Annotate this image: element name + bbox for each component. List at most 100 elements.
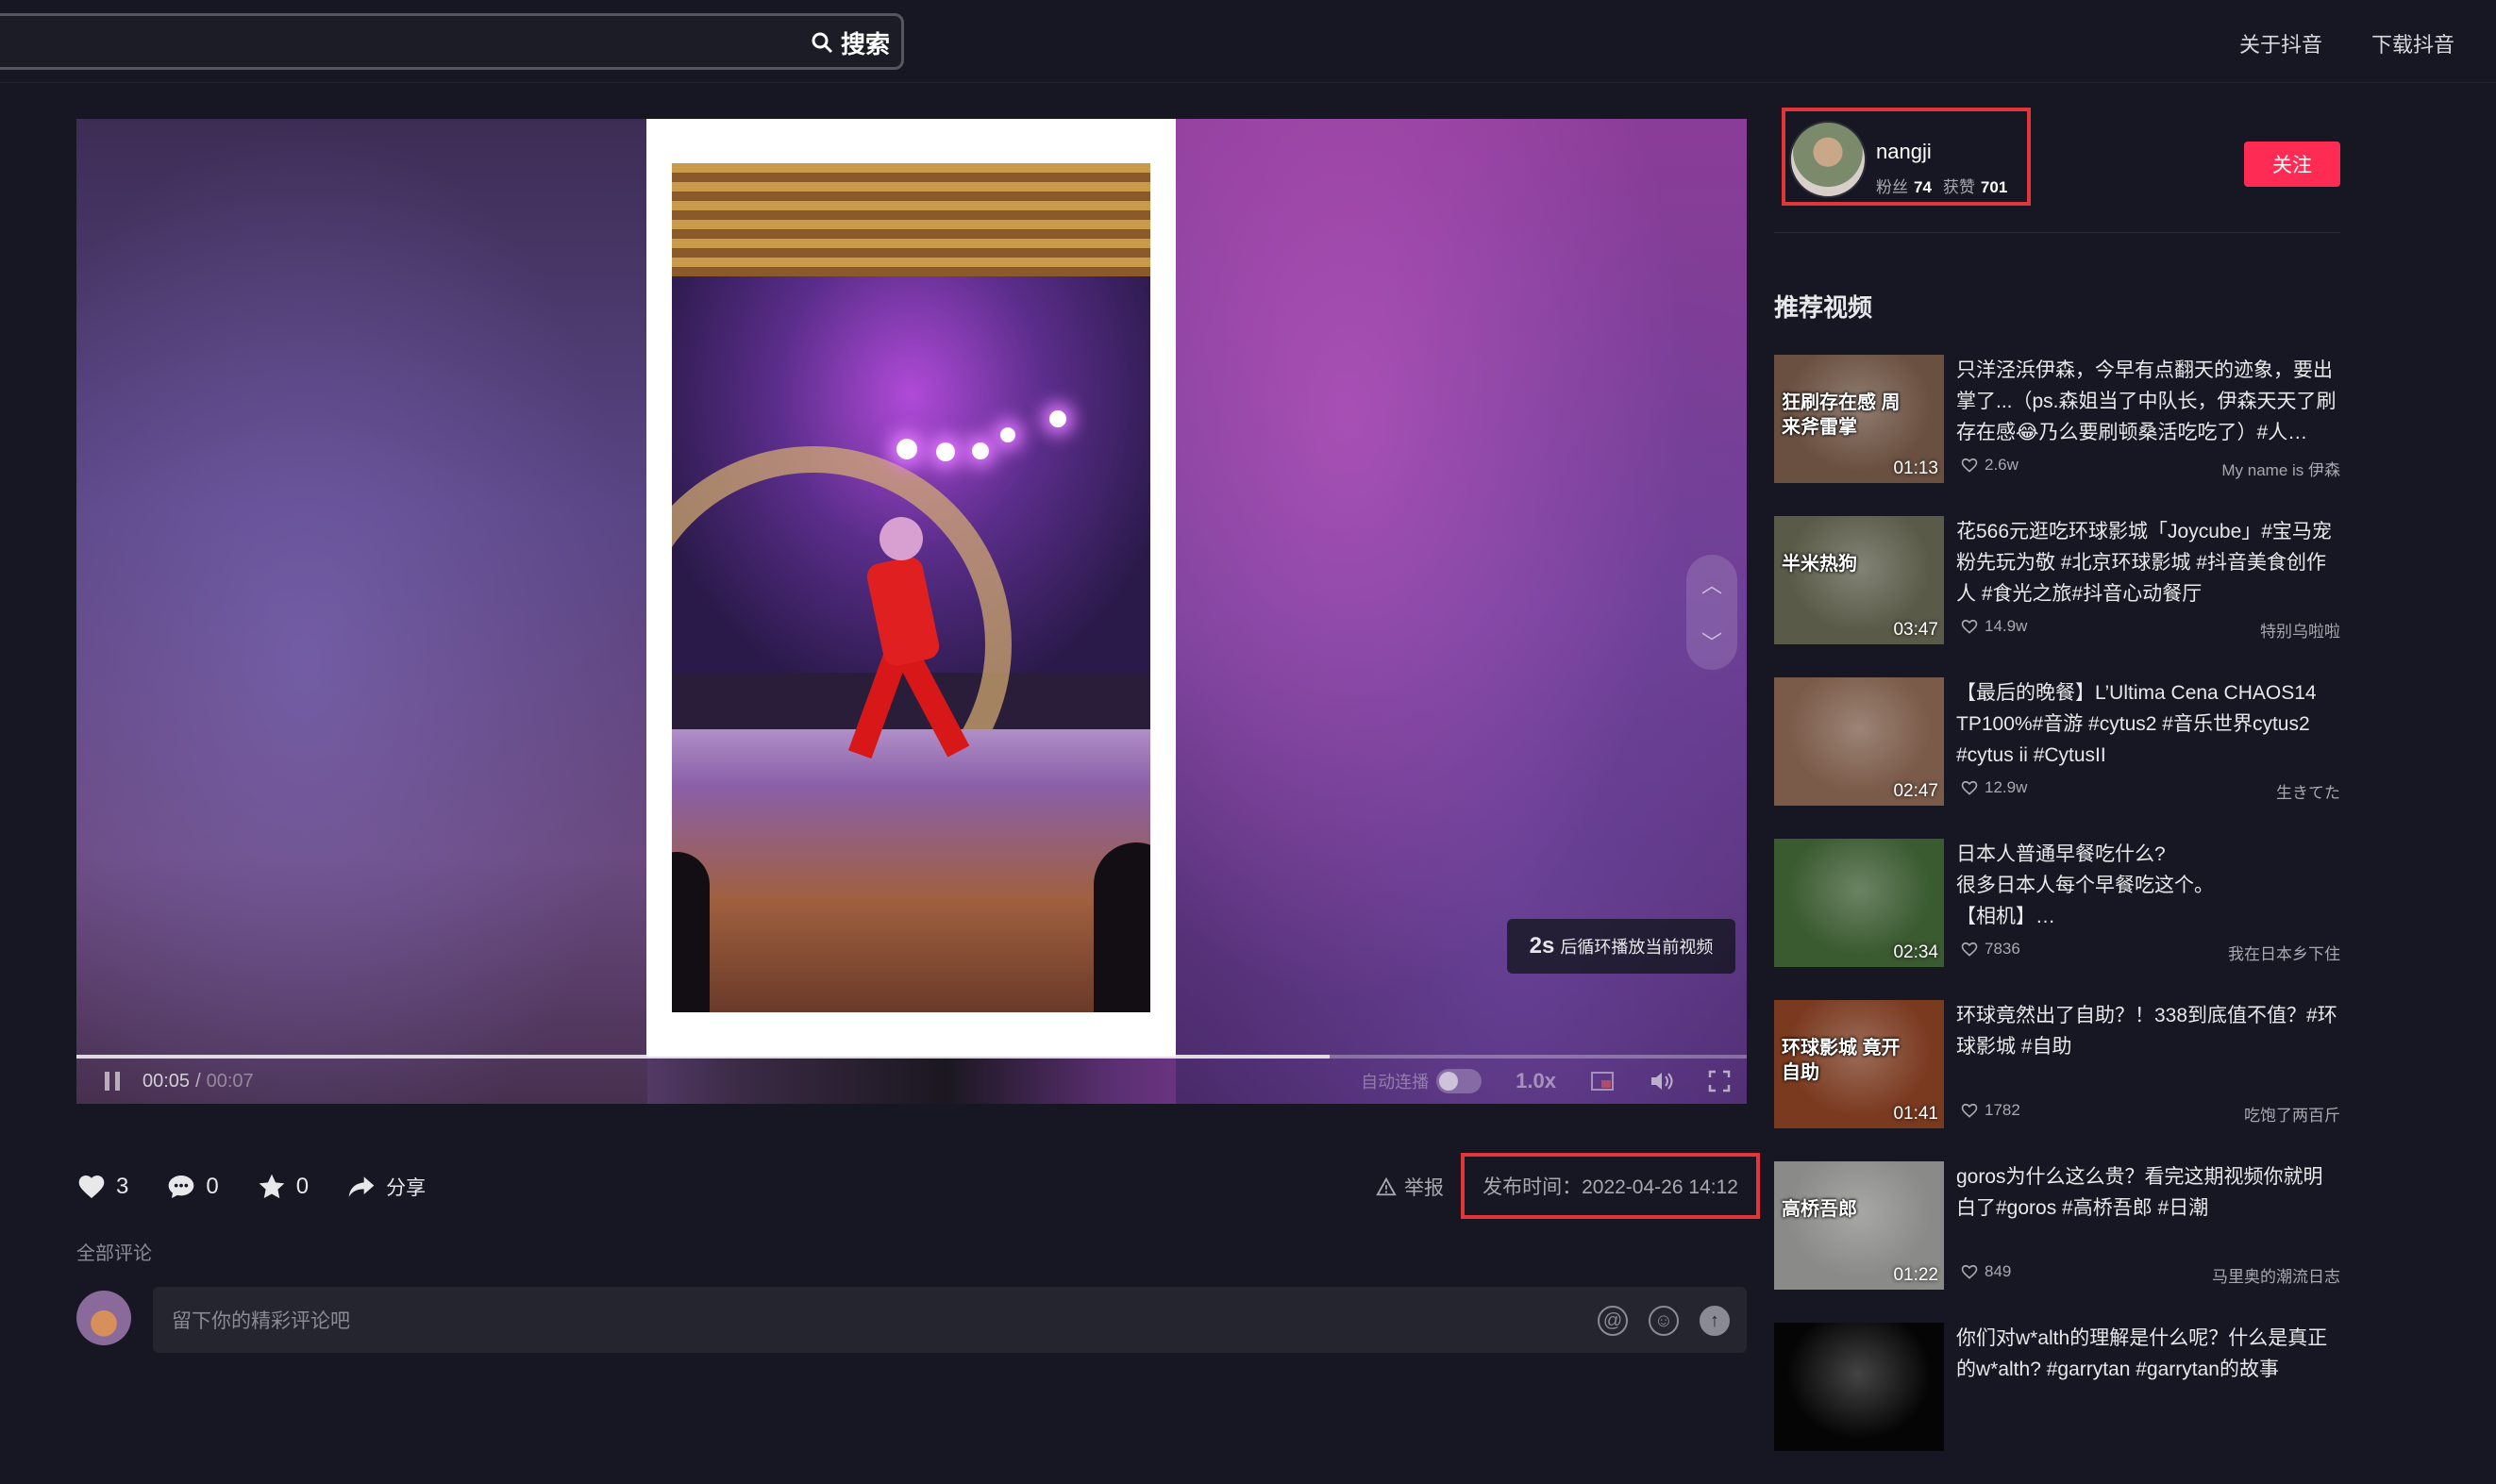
mention-icon[interactable]: @ — [1598, 1306, 1628, 1336]
share-label: 分享 — [386, 1177, 427, 1199]
publish-time: 发布时间：2022-04-26 14:12 — [1461, 1153, 1760, 1219]
loop-hint-seconds: 2s — [1529, 933, 1555, 959]
emoji-icon[interactable]: ☺ — [1649, 1306, 1679, 1336]
video-description[interactable]: 你们对w*alth的理解是什么呢？什么是真正的w*alth? #garrytan… — [1956, 1323, 2340, 1385]
comment-button[interactable]: 0 — [166, 1172, 219, 1202]
video-author[interactable]: 吃饱了两百斤 — [2244, 1102, 2340, 1126]
video-blur-left — [76, 119, 647, 1104]
video-likes-count: 7836 — [1985, 940, 2020, 958]
video-description[interactable]: 花566元逛吃环球影城「Joycube」#宝马宠粉先玩为敬 #北京环球影城 #抖… — [1956, 516, 2340, 609]
video-description[interactable]: goros为什么这么贵？看完这期视频你就明白了#goros #高桥吾郎 #日潮 — [1956, 1161, 2340, 1224]
total-time: 00:07 — [206, 1070, 254, 1092]
comment-placeholder: 留下你的精彩评论吧 — [172, 1310, 350, 1332]
search-input[interactable]: 搜索 — [0, 13, 904, 70]
action-row: 3 0 0 分享 — [76, 1168, 426, 1206]
chevron-down-icon[interactable]: ﹀ — [1701, 626, 1722, 657]
video-thumbnail[interactable]: 02:34 — [1774, 839, 1944, 967]
like-button[interactable]: 3 — [76, 1172, 128, 1202]
star-icon — [259, 1174, 285, 1199]
report-label: 举报 — [1404, 1177, 1444, 1199]
search-button[interactable]: 搜索 — [811, 25, 890, 59]
video-duration: 02:34 — [1893, 942, 1938, 962]
video-thumbnail[interactable]: 半米热狗 03:47 — [1774, 516, 1944, 644]
video-likes: 1782 — [1960, 1101, 2020, 1120]
toggle-switch[interactable] — [1436, 1069, 1483, 1093]
search-button-label: 搜索 — [840, 29, 890, 58]
fullscreen-icon[interactable] — [1707, 1069, 1732, 1093]
send-icon[interactable]: ↑ — [1700, 1306, 1730, 1336]
video-author[interactable]: My name is 伊森 — [2221, 457, 2340, 480]
recommend-item[interactable]: 狂刷存在感 周来斧雷掌 01:13 只洋泾浜伊森，今早有点翻天的迹象，要出掌了.… — [1774, 355, 2340, 516]
video-thumbnail[interactable]: 高桥吾郎 01:22 — [1774, 1161, 1944, 1290]
video-description[interactable]: 只洋泾浜伊森，今早有点翻天的迹象，要出掌了...（ps.森姐当了中队长，伊森天天… — [1956, 355, 2340, 448]
video-likes-count: 2.6w — [1985, 456, 2019, 474]
heart-icon — [78, 1176, 105, 1198]
comment-count: 0 — [206, 1174, 219, 1199]
video-author[interactable]: 马里奥的潮流日志 — [2212, 1263, 2340, 1287]
author-name[interactable]: nangji — [1876, 140, 1932, 164]
likes-label: 获赞 — [1942, 178, 1975, 196]
fans-count: 74 — [1914, 178, 1932, 196]
video-thumbnail[interactable]: 环球影城 竟开自助 01:41 — [1774, 1000, 1944, 1128]
recommend-item[interactable]: 半米热狗 03:47 花566元逛吃环球影城「Joycube」#宝马宠粉先玩为敬… — [1774, 516, 2340, 677]
video-description[interactable]: 环球竟然出了自助？！338到底值不值？#环球影城 #自助 — [1956, 1000, 2340, 1062]
video-player[interactable]: ︿ ﹀ 2s 后循环播放当前视频 00:05 / 00:07 自动连播 1.0x — [76, 119, 1747, 1104]
likes-count: 701 — [1980, 178, 2008, 196]
download-douyin-link[interactable]: 下载抖音 — [2371, 28, 2454, 58]
control-bar: 00:05 / 00:07 自动连播 1.0x — [76, 1059, 1747, 1104]
video-likes-count: 12.9w — [1985, 778, 2028, 796]
video-likes: 2.6w — [1960, 456, 2019, 475]
recommend-item[interactable]: 环球影城 竟开自助 01:41 环球竟然出了自助？！338到底值不值？#环球影城… — [1774, 1000, 2340, 1161]
speed-button[interactable]: 1.0x — [1516, 1069, 1556, 1093]
video-author[interactable]: 我在日本乡下住 — [2228, 941, 2340, 964]
avatar — [76, 1291, 131, 1345]
video-thumbnail[interactable]: 狂刷存在感 周来斧雷掌 01:13 — [1774, 355, 1944, 483]
share-button[interactable]: 分享 — [346, 1172, 426, 1202]
video-thumbnail[interactable] — [1774, 1323, 1944, 1451]
heart-outline-icon — [1961, 1264, 1978, 1279]
fans-label: 粉丝 — [1876, 178, 1908, 196]
comment-input[interactable]: 留下你的精彩评论吧 @ ☺ ↑ — [153, 1287, 1747, 1353]
report-button[interactable]: 举报 — [1376, 1173, 1444, 1201]
video-duration: 02:47 — [1893, 781, 1938, 801]
heart-outline-icon — [1961, 942, 1978, 957]
video-duration: 01:41 — [1893, 1104, 1938, 1124]
thumbnail-caption: 半米热狗 — [1782, 554, 1857, 575]
video-likes-count: 14.9w — [1985, 617, 2028, 635]
about-douyin-link[interactable]: 关于抖音 — [2239, 28, 2322, 58]
pause-icon[interactable] — [105, 1072, 120, 1091]
video-content — [672, 163, 1150, 1012]
video-description[interactable]: 【最后的晚餐】L’Ultima Cena CHAOS14 TP100%#音游 #… — [1956, 677, 2340, 771]
video-likes-count: 849 — [1985, 1262, 2012, 1280]
favorite-button[interactable]: 0 — [257, 1172, 309, 1202]
recommend-item[interactable]: 02:34 日本人普通早餐吃什么? 很多日本人每个早餐吃这个。 【相机】… 78… — [1774, 839, 2340, 1000]
heart-outline-icon — [1961, 780, 1978, 795]
recommend-item[interactable]: 你们对w*alth的理解是什么呢？什么是真正的w*alth? #garrytan… — [1774, 1323, 2340, 1484]
heart-outline-icon — [1961, 619, 1978, 634]
video-thumbnail[interactable]: 02:47 — [1774, 677, 1944, 806]
author-avatar[interactable] — [1789, 121, 1867, 198]
current-time: 00:05 — [142, 1070, 191, 1092]
volume-icon[interactable] — [1649, 1069, 1673, 1093]
warning-icon — [1376, 1176, 1397, 1196]
video-likes: 14.9w — [1960, 617, 2027, 636]
thumbnail-caption: 环球影城 竟开自助 — [1782, 1038, 1901, 1083]
picture-in-picture-icon[interactable] — [1590, 1069, 1615, 1093]
recommend-item[interactable]: 高桥吾郎 01:22 goros为什么这么贵？看完这期视频你就明白了#goros… — [1774, 1161, 2340, 1323]
follow-button[interactable]: 关注 — [2244, 142, 2340, 187]
chevron-up-icon[interactable]: ︿ — [1701, 569, 1722, 599]
video-author[interactable]: 特别乌啦啦 — [2260, 618, 2340, 642]
heart-outline-icon — [1961, 1103, 1978, 1118]
video-duration: 03:47 — [1893, 620, 1938, 640]
video-author[interactable]: 生きてた — [2276, 779, 2340, 803]
video-description[interactable]: 日本人普通早餐吃什么? 很多日本人每个早餐吃这个。 【相机】… — [1956, 839, 2340, 932]
video-duration: 01:13 — [1893, 459, 1938, 478]
autoplay-toggle[interactable]: 自动连播 — [1361, 1069, 1483, 1093]
recommend-item[interactable]: 02:47 【最后的晚餐】L’Ultima Cena CHAOS14 TP100… — [1774, 677, 2340, 839]
video-likes: 12.9w — [1960, 778, 2027, 797]
loop-hint: 2s 后循环播放当前视频 — [1507, 919, 1735, 974]
author-card[interactable]: nangji 粉丝 74 获赞 701 — [1782, 108, 2031, 206]
search-icon — [812, 32, 833, 54]
comments-title: 全部评论 — [76, 1243, 152, 1264]
divider — [1774, 232, 2340, 233]
